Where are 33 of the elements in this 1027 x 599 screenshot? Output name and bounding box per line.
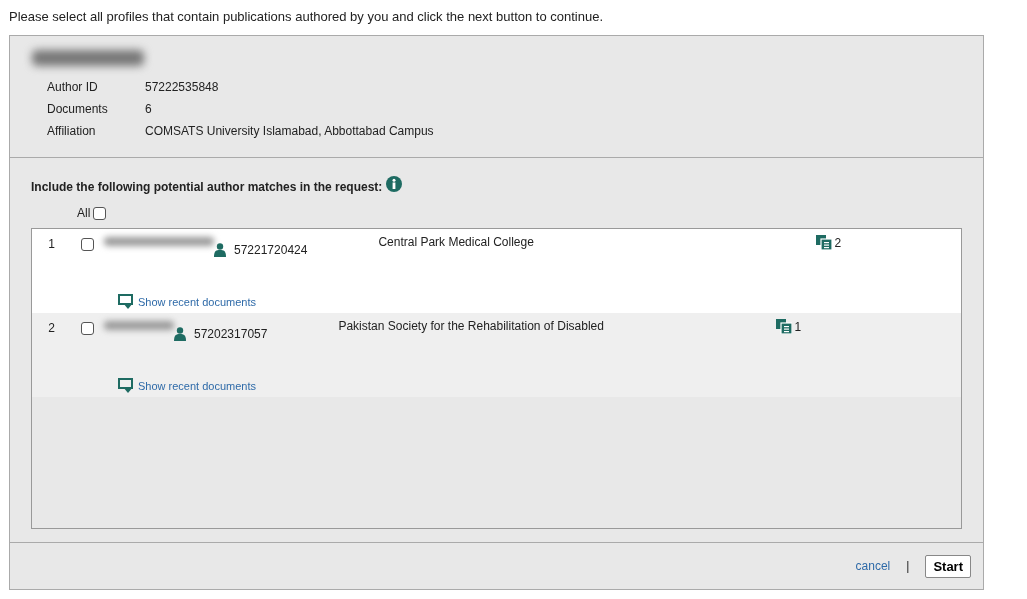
show-documents-icon[interactable] xyxy=(118,294,134,309)
affiliation-text: Pakistan Society for the Rehabilitation of Disabled xyxy=(338,319,605,333)
section-heading: Include the following potential author matches in the request: xyxy=(31,180,383,194)
show-documents-icon[interactable] xyxy=(118,378,134,393)
row-number: 1 xyxy=(47,237,55,251)
documents-icon xyxy=(776,319,793,334)
cancel-link[interactable]: cancel xyxy=(855,559,891,573)
person-icon xyxy=(174,327,186,341)
document-count: 2 xyxy=(834,236,842,250)
author-id: 57221720424 xyxy=(234,243,308,257)
author-id: 57202317057 xyxy=(194,327,268,341)
row-checkbox[interactable] xyxy=(81,322,94,335)
row-number: 2 xyxy=(47,321,55,335)
info-icon[interactable] xyxy=(386,176,403,192)
field-label: Author ID xyxy=(47,80,99,94)
instruction-text: Please select all profiles that contain publications authored by you and click the next button to continue. xyxy=(9,9,605,24)
field-label: Affiliation xyxy=(47,124,97,138)
show-recent-documents-link[interactable]: Show recent documents xyxy=(138,295,256,308)
row-checkbox[interactable] xyxy=(81,238,94,251)
show-recent-documents-link[interactable]: Show recent documents xyxy=(138,379,256,392)
field-label: Documents xyxy=(47,102,109,116)
documents-icon xyxy=(816,235,833,250)
person-icon xyxy=(214,243,226,257)
all-label: All xyxy=(77,206,91,220)
field-value: 6 xyxy=(145,102,152,116)
field-value: 57222535848 xyxy=(145,80,219,94)
affiliation-text: Central Park Medical College xyxy=(378,235,535,249)
field-value: COMSATS University Islamabad, Abbottabad Campus xyxy=(145,124,434,138)
blurred-name xyxy=(104,321,174,330)
start-button[interactable]: Start xyxy=(925,554,971,578)
separator-text: | xyxy=(906,559,910,573)
select-all-checkbox[interactable] xyxy=(93,206,107,220)
document-count: 1 xyxy=(794,320,802,334)
